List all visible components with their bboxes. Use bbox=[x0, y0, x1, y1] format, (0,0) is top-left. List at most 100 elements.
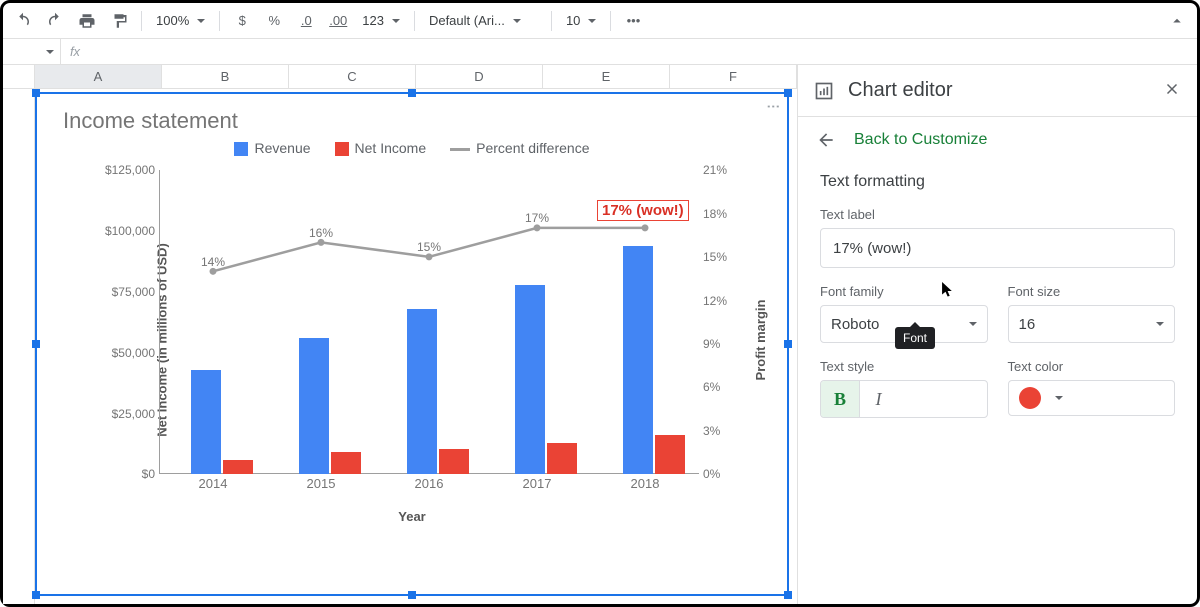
line-point[interactable] bbox=[318, 239, 325, 246]
col-header-C[interactable]: C bbox=[289, 65, 416, 88]
col-header-F[interactable]: F bbox=[670, 65, 797, 88]
section-title: Text formatting bbox=[820, 173, 1175, 191]
line-data-label: 17% bbox=[525, 211, 549, 225]
x-tick: 2015 bbox=[307, 476, 336, 491]
resize-handle[interactable] bbox=[32, 89, 40, 97]
text-label-input[interactable] bbox=[820, 228, 1175, 268]
line-data-label: 15% bbox=[417, 240, 441, 254]
font-family-select[interactable]: Default (Ari... bbox=[423, 13, 543, 28]
more-formats-select[interactable]: 123 bbox=[356, 13, 406, 28]
chart-legend: Revenue Net Income Percent difference bbox=[45, 140, 779, 156]
legend-item: Net Income bbox=[335, 140, 427, 156]
line-data-label: 14% bbox=[201, 255, 225, 269]
y-tick-left: $0 bbox=[142, 467, 155, 481]
resize-handle[interactable] bbox=[784, 89, 792, 97]
col-header-E[interactable]: E bbox=[543, 65, 670, 88]
caret-down-icon bbox=[1156, 322, 1164, 326]
caret-down-icon bbox=[46, 50, 54, 54]
formula-bar: fx bbox=[3, 39, 1197, 65]
y-tick-right: 0% bbox=[703, 467, 720, 481]
italic-toggle[interactable]: I bbox=[859, 381, 897, 417]
legend-item: Percent difference bbox=[450, 140, 589, 156]
more-button[interactable]: ••• bbox=[619, 7, 647, 35]
col-header-A[interactable]: A bbox=[35, 65, 162, 88]
y-tick-right: 21% bbox=[703, 163, 727, 177]
bar-revenue[interactable] bbox=[407, 309, 437, 474]
resize-handle[interactable] bbox=[784, 340, 792, 348]
bar-revenue[interactable] bbox=[299, 338, 329, 474]
text-label-label: Text label bbox=[820, 207, 1175, 222]
percent-button[interactable]: % bbox=[260, 7, 288, 35]
bar-net-income[interactable] bbox=[331, 452, 361, 474]
line-point[interactable] bbox=[426, 254, 433, 261]
y-tick-left: $125,000 bbox=[105, 163, 155, 177]
paint-format-button[interactable] bbox=[105, 7, 133, 35]
bar-net-income[interactable] bbox=[655, 435, 685, 474]
currency-button[interactable]: $ bbox=[228, 7, 256, 35]
y-tick-left: $75,000 bbox=[112, 285, 155, 299]
chart-editor-sidebar: Chart editor Back to Customize Text form… bbox=[797, 65, 1197, 604]
column-headers: A B C D E F bbox=[3, 65, 797, 89]
font-family-label: Font family bbox=[820, 284, 988, 299]
bar-revenue[interactable] bbox=[623, 246, 653, 475]
line-point[interactable] bbox=[642, 225, 649, 232]
caret-down-icon bbox=[1055, 396, 1063, 400]
font-size-label: Font size bbox=[1008, 284, 1176, 299]
y-axis-title-right: Profit margin bbox=[753, 300, 768, 381]
toolbar: 100% $ % .0 .00 123 Default (Ari... 10 •… bbox=[3, 3, 1197, 39]
undo-button[interactable] bbox=[9, 7, 37, 35]
text-style-label: Text style bbox=[820, 359, 988, 374]
col-header-B[interactable]: B bbox=[162, 65, 289, 88]
formula-input[interactable] bbox=[89, 39, 1197, 64]
back-to-customize-button[interactable]: Back to Customize bbox=[798, 117, 1197, 163]
resize-handle[interactable] bbox=[32, 340, 40, 348]
y-tick-left: $25,000 bbox=[112, 407, 155, 421]
resize-handle[interactable] bbox=[408, 89, 416, 97]
tooltip: Font bbox=[895, 327, 935, 349]
print-button[interactable] bbox=[73, 7, 101, 35]
increase-decimal-button[interactable]: .00 bbox=[324, 7, 352, 35]
chart-plot-area: Net Income (in millions of USD) Profit m… bbox=[59, 160, 765, 520]
collapse-toolbar-button[interactable] bbox=[1163, 7, 1191, 35]
y-tick-right: 3% bbox=[703, 424, 720, 438]
line-point[interactable] bbox=[210, 268, 217, 275]
y-tick-right: 15% bbox=[703, 250, 727, 264]
row-headers bbox=[3, 89, 35, 604]
chart-title: Income statement bbox=[63, 108, 779, 134]
bold-toggle[interactable]: B bbox=[821, 381, 859, 417]
font-size-select[interactable]: 16 bbox=[1008, 305, 1176, 343]
resize-handle[interactable] bbox=[32, 591, 40, 599]
bar-revenue[interactable] bbox=[515, 285, 545, 475]
text-color-select[interactable] bbox=[1008, 380, 1176, 416]
line-data-label: 16% bbox=[309, 226, 333, 240]
bar-net-income[interactable] bbox=[223, 460, 253, 475]
x-tick: 2018 bbox=[631, 476, 660, 491]
col-header-D[interactable]: D bbox=[416, 65, 543, 88]
font-size-select[interactable]: 10 bbox=[560, 13, 602, 28]
close-button[interactable] bbox=[1163, 80, 1181, 101]
caret-down-icon bbox=[513, 19, 521, 23]
name-box[interactable] bbox=[3, 39, 61, 64]
decrease-decimal-button[interactable]: .0 bbox=[292, 7, 320, 35]
bar-net-income[interactable] bbox=[547, 443, 577, 475]
zoom-select[interactable]: 100% bbox=[150, 13, 211, 28]
chart-annotation[interactable]: 17% (wow!) bbox=[597, 200, 689, 221]
arrow-left-icon bbox=[816, 130, 836, 150]
legend-item: Revenue bbox=[234, 140, 310, 156]
bar-net-income[interactable] bbox=[439, 449, 469, 475]
resize-handle[interactable] bbox=[408, 591, 416, 599]
cursor-icon bbox=[942, 282, 956, 300]
line-point[interactable] bbox=[534, 225, 541, 232]
x-tick: 2017 bbox=[523, 476, 552, 491]
select-all-cell[interactable] bbox=[3, 65, 35, 88]
redo-button[interactable] bbox=[41, 7, 69, 35]
resize-handle[interactable] bbox=[784, 591, 792, 599]
x-tick: 2016 bbox=[415, 476, 444, 491]
text-color-label: Text color bbox=[1008, 359, 1176, 374]
embedded-chart[interactable]: ⋮ Income statement Revenue Net Income Pe… bbox=[35, 92, 789, 596]
caret-down-icon bbox=[969, 322, 977, 326]
fx-icon: fx bbox=[61, 44, 89, 59]
y-tick-right: 12% bbox=[703, 294, 727, 308]
spreadsheet-area: A B C D E F ⋮ bbox=[3, 65, 797, 604]
bar-revenue[interactable] bbox=[191, 370, 221, 475]
